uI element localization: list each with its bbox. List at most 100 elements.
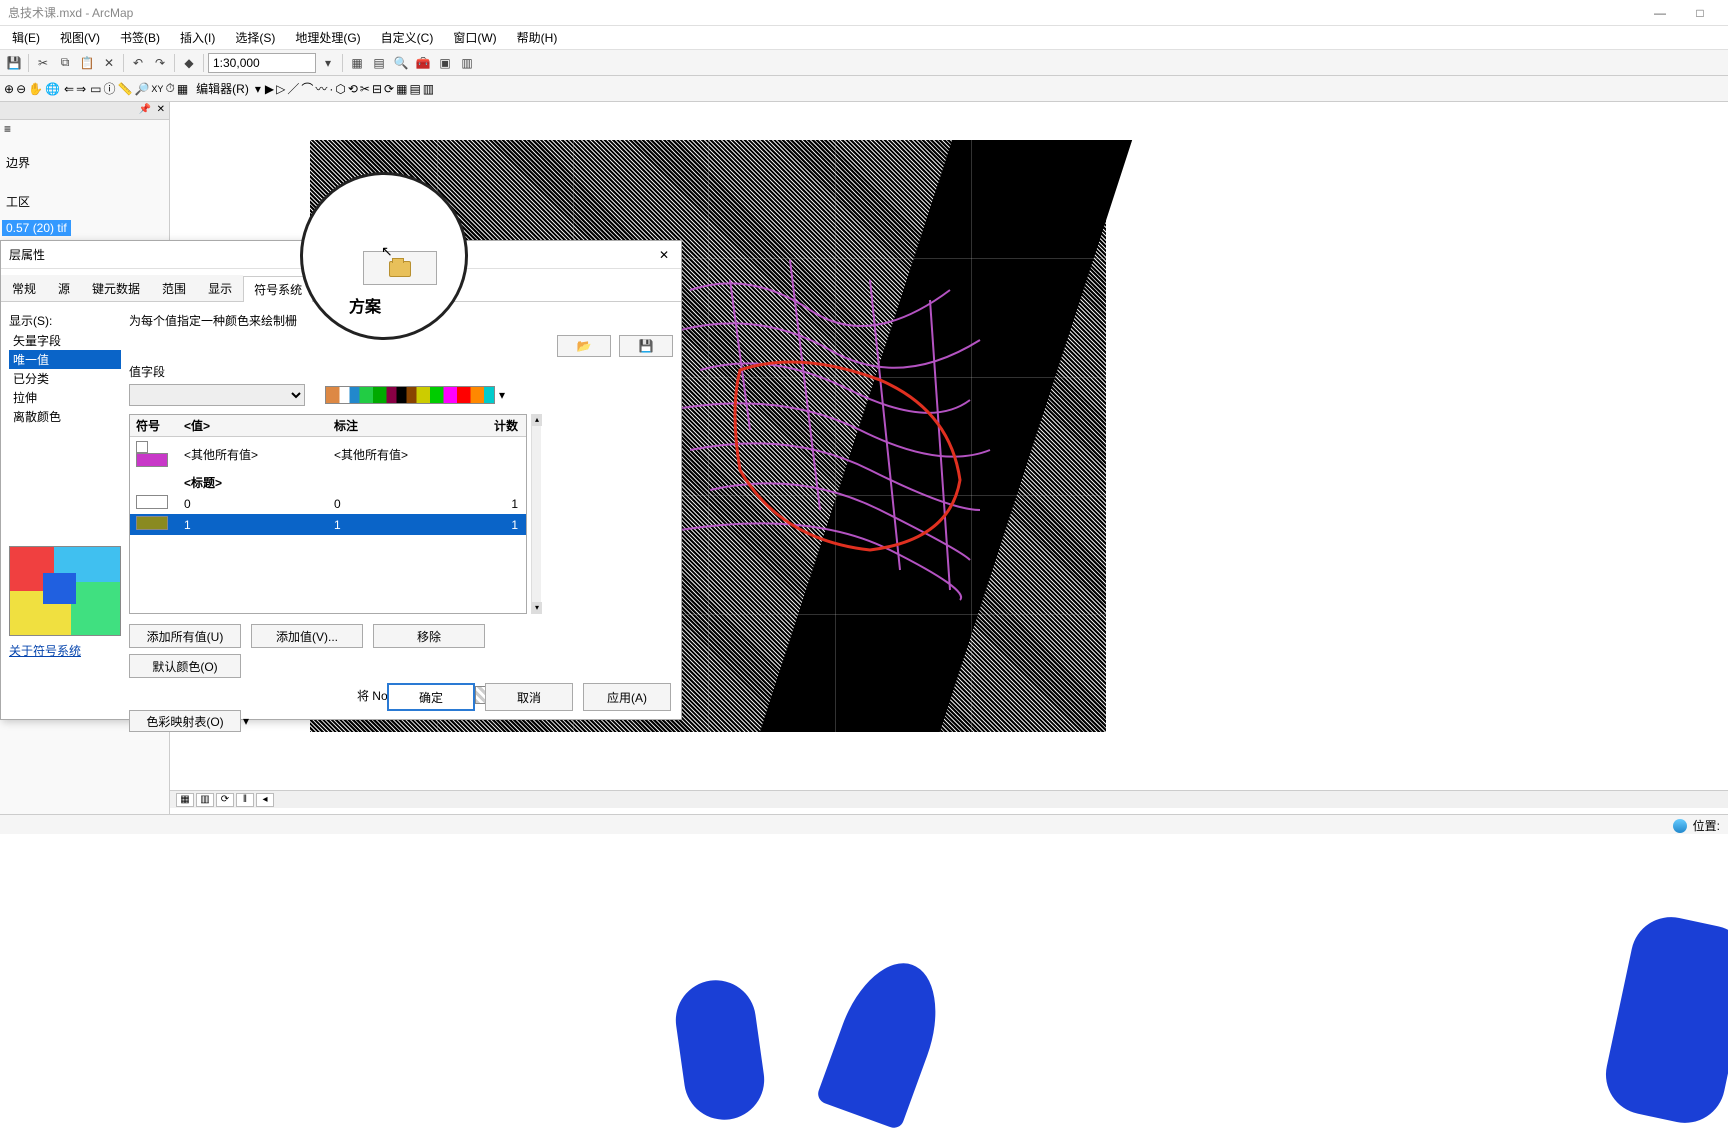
edit-vertices-icon[interactable]: ⬡ — [335, 82, 345, 96]
scroll-left-icon[interactable]: ◂ — [256, 793, 274, 807]
pin-icon[interactable]: 📌 — [139, 104, 151, 115]
arc-segment-icon[interactable]: ⌒ — [301, 80, 313, 97]
colormap-button[interactable]: 色彩映射表(O) — [129, 710, 241, 732]
rotate-icon[interactable]: ⟳ — [384, 82, 394, 96]
cat-unique-values[interactable]: 唯一值 — [9, 350, 121, 369]
edit-annotation-icon[interactable]: ▷ — [276, 82, 285, 96]
cat-vector-field[interactable]: 矢量字段 — [9, 331, 121, 350]
menu-edit[interactable]: 辑(E) — [4, 27, 48, 48]
color-ramp[interactable] — [325, 386, 495, 404]
grid-row-0[interactable]: 0 0 1 — [130, 493, 526, 514]
scale-dropdown-icon[interactable]: ▾ — [318, 53, 338, 73]
default-colors-button[interactable]: 默认颜色(O) — [129, 654, 241, 678]
menu-selection[interactable]: 选择(S) — [227, 27, 283, 48]
find-icon[interactable]: 🔎 — [134, 82, 149, 96]
pan-icon[interactable]: ✋ — [28, 82, 43, 96]
straight-segment-icon[interactable]: ／ — [287, 80, 299, 97]
python-icon[interactable]: ▣ — [435, 53, 455, 73]
scroll-down-icon[interactable]: ▾ — [532, 602, 542, 614]
undo-icon[interactable]: ↶ — [128, 53, 148, 73]
remove-button[interactable]: 移除 — [373, 624, 485, 648]
add-all-values-button[interactable]: 添加所有值(U) — [129, 624, 241, 648]
reshape-icon[interactable]: ⟲ — [348, 82, 358, 96]
menu-view[interactable]: 视图(V) — [52, 27, 108, 48]
grid-scrollbar[interactable]: ▴ ▾ — [531, 414, 541, 614]
zoom-in-icon[interactable]: ⊕ — [4, 82, 14, 96]
toc-layer-boundary[interactable]: 边界 — [2, 150, 167, 175]
tab-source[interactable]: 源 — [47, 275, 81, 301]
close-panel-icon[interactable]: ✕ — [157, 104, 165, 115]
identify-icon[interactable]: ⓘ — [104, 80, 116, 97]
data-view-tab[interactable]: ▦ — [176, 793, 194, 807]
create-features-icon[interactable]: ▥ — [423, 82, 434, 96]
grid-row-1[interactable]: 1 1 1 — [130, 514, 526, 535]
save-icon[interactable]: 💾 — [4, 53, 24, 73]
cut-polygons-icon[interactable]: ✂ — [360, 82, 370, 96]
grid-row-heading[interactable]: <标题> — [130, 472, 526, 493]
toc-raster-layer[interactable]: 0.57 (20) tif — [2, 220, 71, 236]
menu-customize[interactable]: 自定义(C) — [373, 27, 442, 48]
select-icon[interactable]: ▭ — [90, 82, 101, 96]
search-icon[interactable]: 🔍 — [391, 53, 411, 73]
save-scheme-button[interactable]: 💾 — [619, 335, 673, 357]
cat-discrete[interactable]: 离散颜色 — [9, 407, 121, 426]
cancel-button[interactable]: 取消 — [485, 683, 573, 711]
forward-icon[interactable]: ⇒ — [76, 82, 86, 96]
split-icon[interactable]: ⊟ — [372, 82, 382, 96]
scale-input[interactable] — [208, 53, 316, 73]
editor-toolbar-icon[interactable]: ▦ — [347, 53, 367, 73]
edit-tool-icon[interactable]: ▶ — [265, 82, 274, 96]
point-icon[interactable]: · — [329, 82, 333, 96]
minimize-button[interactable]: — — [1640, 6, 1680, 20]
full-extent-icon[interactable]: 🌐 — [45, 82, 60, 96]
value-field-select[interactable] — [129, 384, 305, 406]
import-button[interactable]: 📂 — [557, 335, 611, 357]
xy-icon[interactable]: XY — [151, 84, 163, 94]
tab-general[interactable]: 常规 — [1, 275, 47, 301]
paste-icon[interactable]: 📋 — [77, 53, 97, 73]
attributes-icon[interactable]: ▦ — [396, 82, 407, 96]
measure-icon[interactable]: 📏 — [118, 82, 133, 96]
arctoolbox-icon[interactable]: 🧰 — [413, 53, 433, 73]
redo-icon[interactable]: ↷ — [150, 53, 170, 73]
viewer-icon[interactable]: ▦ — [177, 82, 188, 96]
chevron-down-icon[interactable]: ▾ — [499, 388, 505, 402]
grid-row-other[interactable]: <其他所有值> <其他所有值> — [130, 437, 526, 472]
delete-icon[interactable]: ✕ — [99, 53, 119, 73]
ok-button[interactable]: 确定 — [387, 683, 475, 711]
editor-menu[interactable]: 编辑器(R) — [192, 80, 253, 97]
copy-icon[interactable]: ⧉ — [55, 53, 75, 73]
menu-geoprocessing[interactable]: 地理处理(G) — [287, 27, 368, 48]
sketch-props-icon[interactable]: ▤ — [409, 82, 420, 96]
time-slider-icon[interactable]: ⏱ — [165, 81, 174, 96]
close-icon[interactable]: ✕ — [655, 246, 673, 264]
menu-bookmarks[interactable]: 书签(B) — [112, 27, 168, 48]
list-by-drawing-icon[interactable]: ≡ — [4, 122, 11, 136]
chevron-down-icon[interactable]: ▾ — [243, 714, 249, 728]
zoom-out-icon[interactable]: ⊖ — [16, 82, 26, 96]
menu-window[interactable]: 窗口(W) — [445, 27, 504, 48]
refresh-icon[interactable]: ⟳ — [216, 793, 234, 807]
tab-extent[interactable]: 范围 — [151, 275, 197, 301]
toc-layer-workarea[interactable]: 工区 — [2, 189, 167, 214]
cat-stretched[interactable]: 拉伸 — [9, 388, 121, 407]
tab-key-metadata[interactable]: 键元数据 — [81, 275, 151, 301]
pause-icon[interactable]: ‖ — [236, 793, 254, 807]
cat-classified[interactable]: 已分类 — [9, 369, 121, 388]
add-data-icon[interactable]: ◆ — [179, 53, 199, 73]
menu-insert[interactable]: 插入(I) — [172, 27, 223, 48]
trace-icon[interactable]: 〰 — [315, 80, 327, 97]
menu-help[interactable]: 帮助(H) — [509, 27, 566, 48]
layout-view-tab[interactable]: ▥ — [196, 793, 214, 807]
editor-dropdown-icon[interactable]: ▾ — [255, 82, 261, 96]
catalog-icon[interactable]: ▤ — [369, 53, 389, 73]
add-values-button[interactable]: 添加值(V)... — [251, 624, 363, 648]
back-icon[interactable]: ⇐ — [64, 82, 74, 96]
about-symbology-link[interactable]: 关于符号系统 — [9, 642, 121, 659]
tab-display[interactable]: 显示 — [197, 275, 243, 301]
maximize-button[interactable]: □ — [1680, 6, 1720, 20]
modelbuilder-icon[interactable]: ▥ — [457, 53, 477, 73]
cut-icon[interactable]: ✂ — [33, 53, 53, 73]
scroll-up-icon[interactable]: ▴ — [532, 414, 542, 426]
apply-button[interactable]: 应用(A) — [583, 683, 671, 711]
